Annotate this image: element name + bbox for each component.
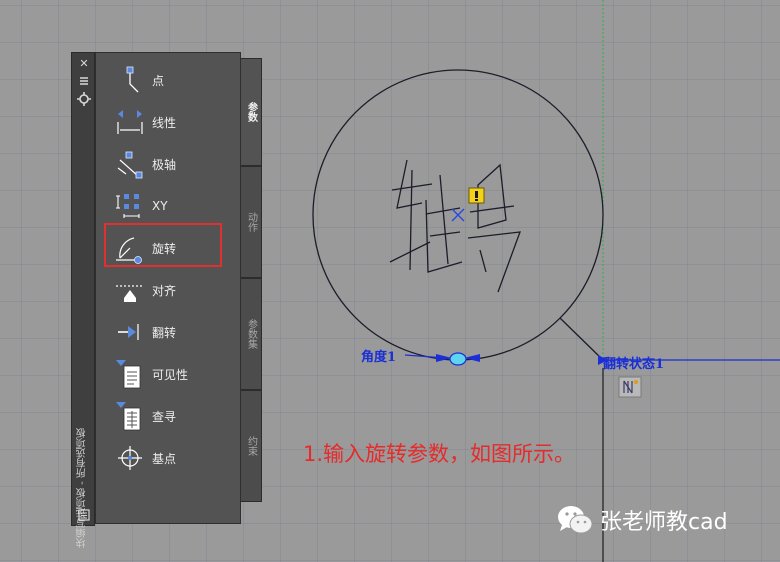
tool-point[interactable]: 点 (112, 61, 222, 99)
watermark: 张老师教cad (556, 503, 728, 537)
flip-param-icon (118, 324, 139, 340)
tool-basepoint[interactable]: 基点 (112, 439, 222, 477)
flip-state-label[interactable]: 翻转状态1 (603, 353, 664, 372)
palette-tabs: 参数 动作 参数集 约束 (241, 52, 262, 526)
lookup-param-icon (116, 402, 141, 431)
tool-polar[interactable]: 极轴 (112, 145, 222, 183)
tab-actions[interactable]: 动作 (241, 166, 262, 278)
angle-parameter-label[interactable]: 角度1 (361, 346, 396, 365)
linear-param-icon (117, 110, 143, 134)
tab-parameters[interactable]: 参数 (241, 58, 262, 166)
palette-title-strip[interactable]: ✕ 块编写选项板 - 所有选项板 (71, 52, 95, 548)
leader-line[interactable] (559, 317, 604, 361)
tool-flip[interactable]: 翻转 (112, 313, 222, 351)
instruction-text: 1.输入旋转参数，如图所示。 (303, 442, 576, 466)
properties-icon[interactable] (76, 91, 92, 107)
flip-grip-icon[interactable] (618, 376, 642, 398)
autohide-icon[interactable] (76, 73, 92, 89)
tab-constraints[interactable]: 约束 (241, 390, 262, 502)
rotation-tool-highlight (104, 223, 222, 267)
symbol-text-graphic[interactable] (389, 159, 521, 293)
close-icon[interactable]: ✕ (76, 56, 92, 72)
wechat-icon (558, 506, 593, 534)
basepoint-param-icon (118, 446, 142, 470)
visibility-param-icon (116, 360, 141, 389)
tool-visibility[interactable]: 可见性 (112, 355, 222, 393)
tool-alignment[interactable]: 对齐 (112, 271, 222, 309)
xy-param-icon (116, 194, 140, 218)
insertion-point-marker[interactable] (451, 208, 465, 222)
watermark-text: 张老师教cad (600, 510, 728, 535)
rotation-grip[interactable] (449, 352, 467, 366)
angle-parameter[interactable] (404, 352, 480, 366)
point-param-icon (126, 66, 139, 93)
tool-linear[interactable]: 线性 (112, 103, 222, 141)
palette-tool-list: 点 线性 极轴 XY 旋转 对齐 翻转 可见性 查寻 基点 (95, 52, 241, 524)
polar-param-icon (117, 151, 143, 179)
palette-menu-icon[interactable] (76, 507, 92, 523)
tool-lookup[interactable]: 查寻 (112, 397, 222, 435)
alignment-param-icon (116, 285, 144, 302)
block-authoring-palette[interactable]: ✕ 块编写选项板 - 所有选项板 点 线性 极轴 XY 旋转 对齐 翻转 可见性… (71, 52, 262, 548)
warning-icon[interactable] (468, 187, 485, 204)
tab-parameter-sets[interactable]: 参数集 (241, 278, 262, 390)
tool-xy[interactable]: XY (112, 187, 222, 225)
